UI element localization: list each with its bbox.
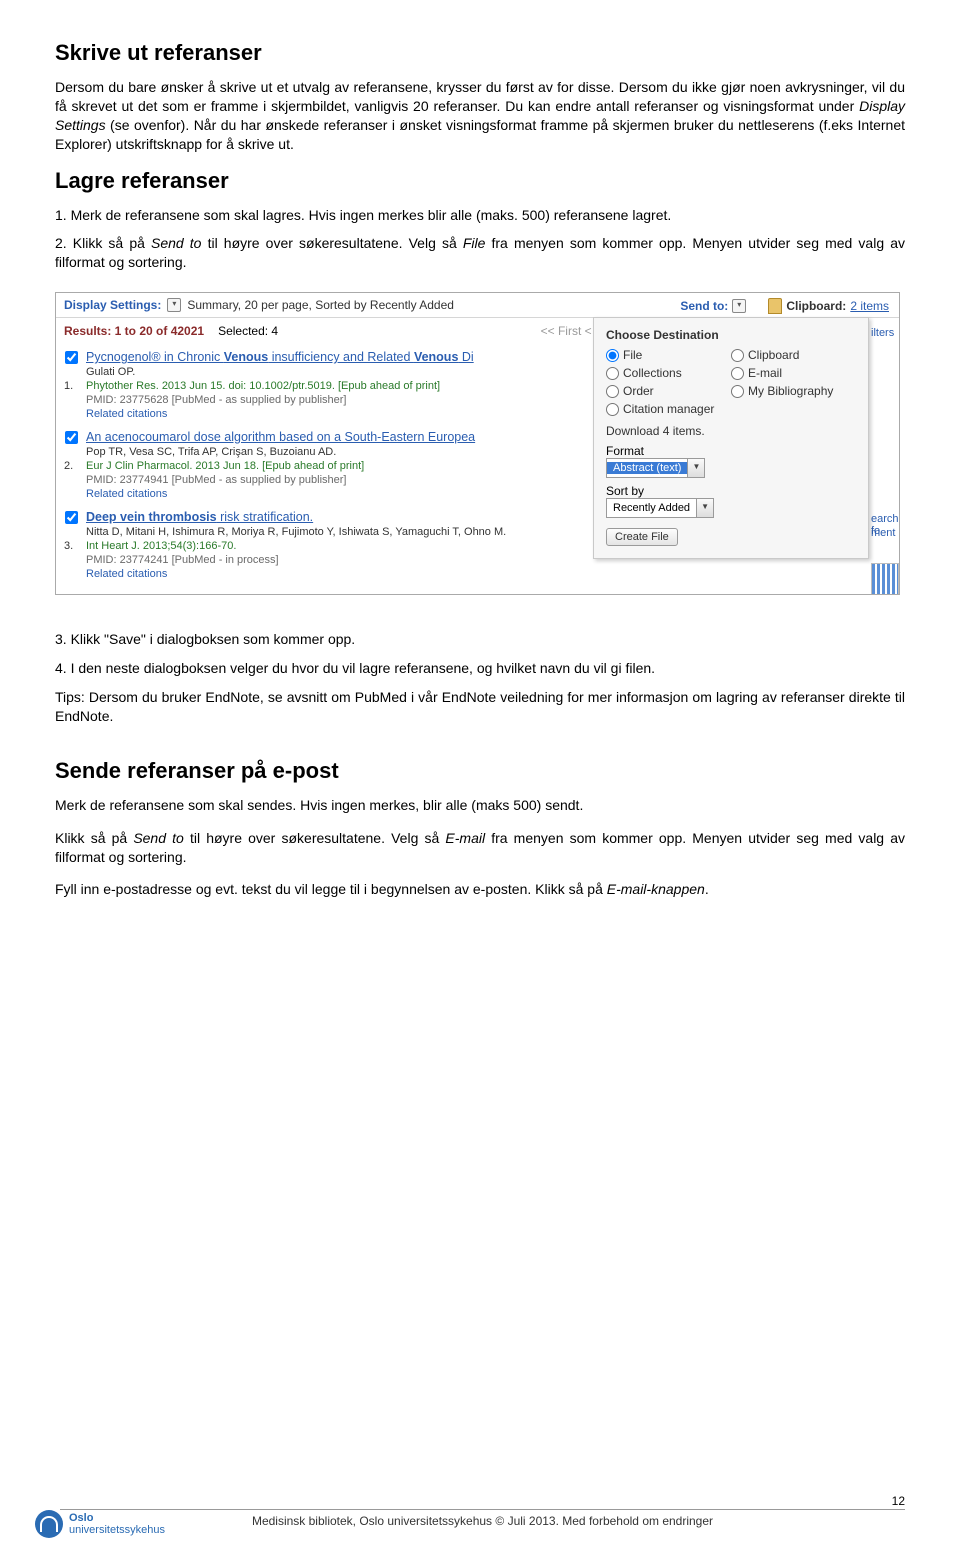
radio-citation-manager[interactable]: Citation manager <box>606 402 731 416</box>
text: Klikk så på <box>55 830 133 846</box>
related-citations-link[interactable]: Related citations <box>86 568 506 580</box>
related-citations-link[interactable]: Related citations <box>86 408 474 420</box>
text-italic: File <box>463 235 486 251</box>
paragraph-sende-1: Merk de referansene som skal sendes. Hvi… <box>55 796 905 815</box>
step-1: 1. Merk de referansene som skal lagres. … <box>55 206 905 225</box>
text-italic: E-mail-knappen <box>607 881 705 897</box>
format-label: Format <box>606 444 856 458</box>
radio-clipboard[interactable]: Clipboard <box>731 348 856 362</box>
text: 2. Klikk så på <box>55 235 151 251</box>
radio-input[interactable] <box>606 367 619 380</box>
topbar: Display Settings: ▾ Summary, 20 per page… <box>56 293 899 318</box>
panel-heading: Choose Destination <box>606 328 856 342</box>
result-title-link[interactable]: Pycnogenol® in Chronic Venous insufficie… <box>86 350 474 364</box>
result-source: Eur J Clin Pharmacol. 2013 Jun 18. [Epub… <box>86 460 475 472</box>
result-pmid: PMID: 23774941 [PubMed - as supplied by … <box>86 474 475 486</box>
paragraph-skrive-ut: Dersom du bare ønsker å skrive ut et utv… <box>55 78 905 154</box>
result-author: Pop TR, Vesa SC, Trifa AP, Crişan S, Buz… <box>86 446 475 458</box>
results-count: Results: 1 to 20 of 42021 <box>64 324 204 338</box>
item-number: 2. <box>64 460 78 472</box>
result-source: Phytother Res. 2013 Jun 15. doi: 10.1002… <box>86 380 474 392</box>
tips-paragraph: Tips: Dersom du bruker EndNote, se avsni… <box>55 688 905 726</box>
send-to-link[interactable]: Send to: <box>680 299 728 313</box>
result-pmid: PMID: 23774241 [PubMed - in process] <box>86 554 506 566</box>
item-checkbox[interactable] <box>65 511 78 524</box>
display-settings-label[interactable]: Display Settings: <box>64 298 161 312</box>
item-checkbox[interactable] <box>65 351 78 364</box>
clipboard-count-link[interactable]: 2 items <box>850 299 889 313</box>
item-number: 1. <box>64 380 78 392</box>
download-message: Download 4 items. <box>606 424 856 438</box>
text-italic: Send to <box>133 830 184 846</box>
format-select[interactable]: Abstract (text)▼ <box>606 458 705 478</box>
destination-radio-group: File Clipboard Collections E-mail Order … <box>606 348 856 416</box>
result-source: Int Heart J. 2013;54(3):166-70. <box>86 540 506 552</box>
page-footer: Medisinsk bibliotek, Oslo universitetssy… <box>60 1509 905 1528</box>
result-author: Nitta D, Mitani H, Ishimura R, Moriya R,… <box>86 526 506 538</box>
logo-line-2: universitetssykehus <box>69 1524 165 1536</box>
display-settings-value: Summary, 20 per page, Sorted by Recently… <box>187 298 454 312</box>
logo-line-1: Oslo <box>69 1512 93 1524</box>
pubmed-screenshot: Display Settings: ▾ Summary, 20 per page… <box>55 292 900 595</box>
radio-order[interactable]: Order <box>606 384 731 398</box>
footer-text: Medisinsk bibliotek, Oslo universitetssy… <box>252 1514 713 1528</box>
logo-icon <box>35 1510 63 1538</box>
step-4: 4. I den neste dialogboksen velger du hv… <box>55 659 905 678</box>
heading-sende: Sende referanser på e-post <box>55 758 905 784</box>
heading-skrive-ut: Skrive ut referanser <box>55 40 905 66</box>
logo-text: Oslo universitetssykehus <box>69 1512 165 1536</box>
chevron-down-icon[interactable]: ▾ <box>167 298 181 312</box>
radio-input[interactable] <box>606 385 619 398</box>
text: . <box>705 881 709 897</box>
related-citations-link[interactable]: Related citations <box>86 488 475 500</box>
send-to-panel: Choose Destination File Clipboard Collec… <box>593 317 869 559</box>
paragraph-sende-2: Klikk så på Send to til høyre over søker… <box>55 829 905 867</box>
radio-bibliography[interactable]: My Bibliography <box>731 384 856 398</box>
result-pmid: PMID: 23775628 [PubMed - as supplied by … <box>86 394 474 406</box>
text-italic: Send to <box>151 235 201 251</box>
result-title-link[interactable]: Deep vein thrombosis risk stratification… <box>86 510 506 524</box>
radio-input[interactable] <box>731 367 744 380</box>
radio-input[interactable] <box>731 385 744 398</box>
text: til høyre over søkeresultatene. Velg så <box>184 830 446 846</box>
clipboard-icon[interactable] <box>768 298 782 314</box>
text: Fyll inn e-postadresse og evt. tekst du … <box>55 881 607 897</box>
radio-email[interactable]: E-mail <box>731 366 856 380</box>
paragraph-sende-3: Fyll inn e-postadresse og evt. tekst du … <box>55 880 905 899</box>
heading-lagre: Lagre referanser <box>55 168 905 194</box>
dropdown-icon[interactable]: ▼ <box>696 499 713 517</box>
text: (se ovenfor). Når du har ønskede referan… <box>55 117 905 152</box>
hospital-logo: Oslo universitetssykehus <box>35 1510 165 1538</box>
clipboard-label: Clipboard: <box>786 299 846 313</box>
radio-file[interactable]: File <box>606 348 731 362</box>
item-number: 3. <box>64 540 78 552</box>
step-2: 2. Klikk så på Send to til høyre over sø… <box>55 234 905 272</box>
page-number: 12 <box>892 1494 905 1508</box>
text-italic: E-mail <box>445 830 485 846</box>
result-author: Gulati OP. <box>86 366 474 378</box>
radio-input[interactable] <box>731 349 744 362</box>
dropdown-icon[interactable]: ▼ <box>687 459 704 477</box>
sort-select[interactable]: Recently Added▼ <box>606 498 714 518</box>
step-3: 3. Klikk "Save" i dialogboksen som komme… <box>55 630 905 649</box>
selected-count: Selected: 4 <box>218 324 278 338</box>
item-checkbox[interactable] <box>65 431 78 444</box>
text: Dersom du bare ønsker å skrive ut et utv… <box>55 79 905 114</box>
radio-collections[interactable]: Collections <box>606 366 731 380</box>
text: til høyre over søkeresultatene. Velg så <box>201 235 462 251</box>
radio-input[interactable] <box>606 403 619 416</box>
chevron-down-icon[interactable]: ▾ <box>732 299 746 313</box>
create-file-button[interactable]: Create File <box>606 528 678 546</box>
radio-input[interactable] <box>606 349 619 362</box>
result-title-link[interactable]: An acenocoumarol dose algorithm based on… <box>86 430 475 444</box>
sort-label: Sort by <box>606 484 856 498</box>
